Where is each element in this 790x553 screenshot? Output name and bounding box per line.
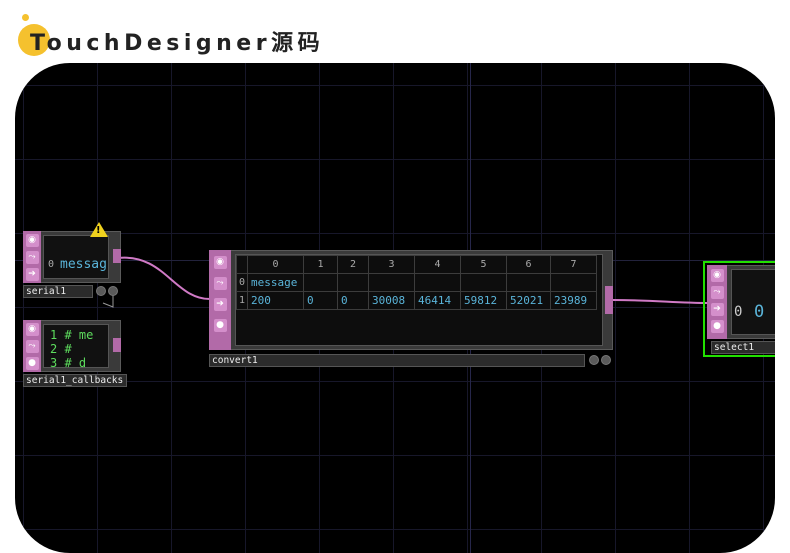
serial1-row-value: messag: [60, 257, 107, 272]
node-callbacks-strip: ◉ ⤳ ●: [23, 320, 41, 372]
column-header: 4: [414, 255, 462, 274]
header-accent-dot: [22, 14, 29, 21]
node-convert1-add-button[interactable]: [601, 355, 611, 365]
viewer-toggle-icon[interactable]: ◉: [213, 256, 227, 269]
bypass-icon[interactable]: ⤳: [25, 251, 39, 264]
node-serial1[interactable]: ◉ ⤳ ➔ 0 messag ! serial1: [23, 222, 123, 299]
table-header-row: 0 1 2 3 4 5 6 7: [236, 255, 598, 274]
pass-through-icon[interactable]: ➔: [213, 298, 227, 311]
network-editor-canvas[interactable]: ◉ ⤳ ➔ 0 messag ! serial1 ◉ ⤳ ● 1 # me 2 …: [15, 63, 775, 553]
lock-icon[interactable]: ●: [710, 320, 724, 333]
node-select1[interactable]: ◉ ⤳ ➔ ● 0 0 select1: [703, 261, 775, 357]
node-callbacks-viewer[interactable]: 1 # me 2 # 3 # d: [43, 324, 109, 368]
node-serial1-add-button[interactable]: [108, 286, 118, 296]
table-cell[interactable]: message: [247, 273, 305, 292]
wire-convert-to-select: [612, 299, 711, 304]
bypass-icon[interactable]: ⤳: [25, 340, 39, 353]
viewer-toggle-icon[interactable]: ◉: [25, 323, 39, 336]
callbacks-line-1: 1 # me: [50, 328, 94, 342]
node-convert1-viewer-button[interactable]: [589, 355, 599, 365]
bypass-icon[interactable]: ⤳: [710, 286, 724, 299]
node-convert1-viewer[interactable]: 0 1 2 3 4 5 6 7 0 message 1 200 0 0 3000…: [235, 254, 603, 346]
table-cell[interactable]: 0: [303, 291, 339, 310]
serial1-row-index: 0: [48, 259, 55, 270]
node-select1-strip: ◉ ⤳ ➔ ●: [707, 265, 727, 339]
node-convert1-name[interactable]: convert1: [209, 354, 585, 367]
convert1-table[interactable]: 0 1 2 3 4 5 6 7 0 message 1 200 0 0 3000…: [236, 255, 598, 310]
table-cell[interactable]: 30008: [368, 291, 416, 310]
column-header: 7: [550, 255, 598, 274]
table-cell[interactable]: 200: [247, 291, 305, 310]
node-serial1-callbacks[interactable]: ◉ ⤳ ● 1 # me 2 # 3 # d serial1_callbacks: [23, 320, 135, 390]
node-select1-name[interactable]: select1: [711, 341, 775, 354]
node-serial1-strip: ◉ ⤳ ➔: [23, 231, 41, 283]
table-cell[interactable]: [506, 273, 552, 292]
table-cell[interactable]: [337, 273, 370, 292]
node-serial1-viewer-button[interactable]: [96, 286, 106, 296]
select1-row-index: 0: [734, 304, 743, 320]
table-cell[interactable]: [303, 273, 339, 292]
wire-serial-to-convert: [117, 256, 213, 301]
table-row[interactable]: 1 200 0 0 30008 46414 59812 52021 23989: [236, 291, 598, 310]
node-serial1-name[interactable]: serial1: [23, 285, 93, 298]
column-header: 0: [247, 255, 305, 274]
table-row[interactable]: 0 message: [236, 273, 598, 292]
row-index: 0: [236, 273, 249, 292]
table-cell[interactable]: [460, 273, 508, 292]
table-cell[interactable]: 46414: [414, 291, 462, 310]
node-convert1[interactable]: ◉ ⤳ ➔ ● 0 1 2 3 4 5 6 7 0 message 1 200 …: [209, 250, 613, 370]
column-header: 2: [337, 255, 370, 274]
column-header: 1: [303, 255, 339, 274]
lock-icon[interactable]: ●: [25, 357, 39, 370]
column-header: 5: [460, 255, 508, 274]
node-convert1-strip: ◉ ⤳ ➔ ●: [209, 250, 231, 350]
node-select1-viewer[interactable]: 0 0: [731, 269, 775, 335]
viewer-toggle-icon[interactable]: ◉: [25, 234, 39, 247]
node-callbacks-output[interactable]: [113, 338, 121, 352]
page-title: TouchDesigner源码: [30, 31, 325, 56]
row-index: 1: [236, 291, 249, 310]
node-serial1-viewer[interactable]: 0 messag: [43, 235, 109, 279]
node-serial1-output[interactable]: [113, 249, 121, 263]
select1-row-value: 0: [754, 302, 765, 322]
callbacks-line-2: 2 #: [50, 342, 72, 356]
node-callbacks-name[interactable]: serial1_callbacks: [23, 374, 127, 387]
table-cell[interactable]: 23989: [550, 291, 598, 310]
pass-through-icon[interactable]: ➔: [710, 303, 724, 316]
table-cell[interactable]: 0: [337, 291, 370, 310]
column-header: 3: [368, 255, 416, 274]
node-convert1-output[interactable]: [605, 286, 613, 314]
table-cell[interactable]: [550, 273, 598, 292]
warning-icon[interactable]: !: [90, 222, 108, 237]
callbacks-line-3: 3 # d: [50, 356, 87, 368]
column-header: 6: [506, 255, 552, 274]
table-cell[interactable]: 59812: [460, 291, 508, 310]
lock-icon[interactable]: ●: [213, 319, 227, 332]
viewer-toggle-icon[interactable]: ◉: [710, 269, 724, 282]
page-header: TouchDesigner源码: [18, 14, 518, 56]
bypass-icon[interactable]: ⤳: [213, 277, 227, 290]
table-cell[interactable]: 52021: [506, 291, 552, 310]
table-cell[interactable]: [414, 273, 462, 292]
pass-through-icon[interactable]: ➔: [25, 268, 39, 281]
table-cell[interactable]: [368, 273, 416, 292]
